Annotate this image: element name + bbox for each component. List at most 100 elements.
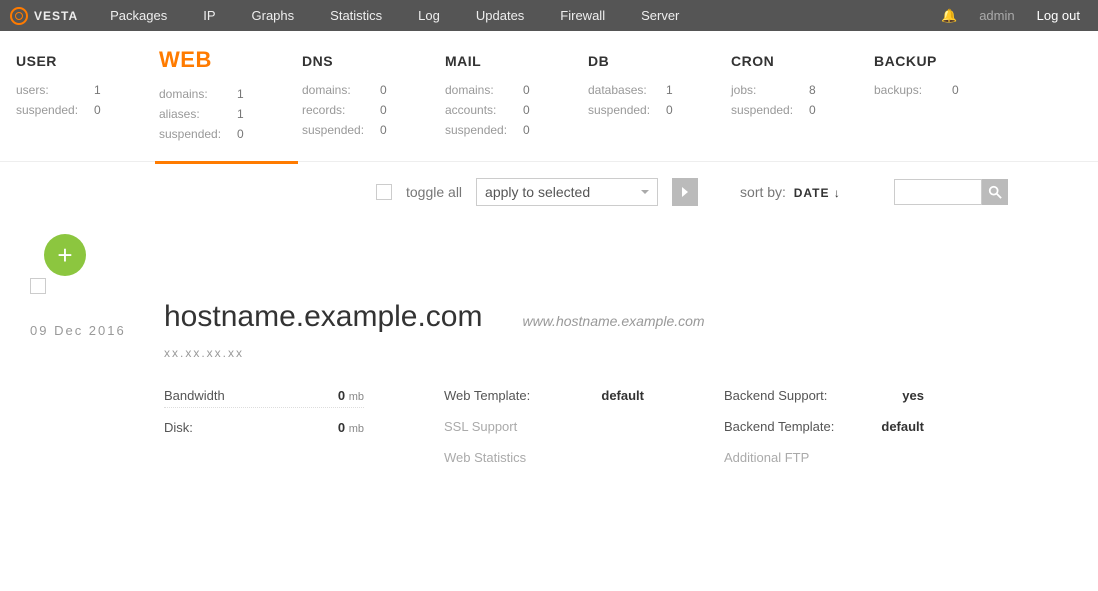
- disk-label: Disk:: [164, 420, 193, 435]
- backend-template-value: default: [881, 419, 924, 434]
- stat-cron[interactable]: CRONjobs:8suspended:0: [731, 53, 874, 147]
- stat-line: suspended:0: [588, 103, 731, 117]
- stat-key: users:: [16, 83, 94, 97]
- stat-line: suspended:0: [159, 127, 302, 141]
- add-domain-button[interactable]: +: [44, 234, 86, 276]
- stat-value: 0: [237, 127, 244, 141]
- domain-alias: www.hostname.example.com: [523, 313, 705, 329]
- logout-link[interactable]: Log out: [1037, 8, 1080, 23]
- search-icon: [988, 185, 1002, 199]
- sort-value: DATE ↓: [794, 186, 841, 200]
- stat-line: suspended:0: [731, 103, 874, 117]
- web-template-value: default: [601, 388, 644, 403]
- domain-card: 09 Dec 2016 hostname.example.com www.hos…: [30, 276, 1098, 469]
- nav-packages[interactable]: Packages: [92, 0, 185, 31]
- stat-dns[interactable]: DNSdomains:0records:0suspended:0: [302, 53, 445, 147]
- sort-label: sort by:: [740, 184, 786, 200]
- apply-button[interactable]: [672, 178, 698, 206]
- stat-line: domains:0: [302, 83, 445, 97]
- stat-key: backups:: [874, 83, 952, 97]
- stat-key: aliases:: [159, 107, 237, 121]
- stat-value: 0: [952, 83, 959, 97]
- stat-line: aliases:1: [159, 107, 302, 121]
- topbar: VESTA Packages IP Graphs Statistics Log …: [0, 0, 1098, 31]
- stat-title: USER: [16, 53, 159, 69]
- row-checkbox[interactable]: [30, 278, 46, 294]
- stat-line: users:1: [16, 83, 159, 97]
- stat-value: 0: [380, 83, 387, 97]
- stat-value: 0: [380, 103, 387, 117]
- stat-mail[interactable]: MAILdomains:0accounts:0suspended:0: [445, 53, 588, 147]
- stat-title: WEB: [159, 47, 302, 73]
- stat-key: suspended:: [302, 123, 380, 137]
- nav-updates[interactable]: Updates: [458, 0, 542, 31]
- stat-line: suspended:0: [16, 103, 159, 117]
- nav-graphs[interactable]: Graphs: [234, 0, 313, 31]
- disk-unit: mb: [349, 423, 364, 435]
- stat-line: backups:0: [874, 83, 1017, 97]
- brand-text: VESTA: [34, 9, 78, 23]
- sort-control[interactable]: sort by: DATE ↓: [740, 184, 841, 200]
- logo-swirl-icon: [10, 7, 28, 25]
- stat-user[interactable]: USER users:1 suspended:0: [16, 53, 159, 147]
- stat-line: suspended:0: [302, 123, 445, 137]
- stat-key: suspended:: [16, 103, 94, 117]
- ssl-support-row: SSL Support: [444, 419, 644, 438]
- stat-key: records:: [302, 103, 380, 117]
- stat-backup[interactable]: BACKUPbackups:0: [874, 53, 1017, 147]
- user-link[interactable]: admin: [979, 8, 1014, 23]
- nav-statistics[interactable]: Statistics: [312, 0, 400, 31]
- nav-log[interactable]: Log: [400, 0, 458, 31]
- disk-value: 0: [338, 420, 345, 435]
- stat-title: MAIL: [445, 53, 588, 69]
- nav-firewall[interactable]: Firewall: [542, 0, 623, 31]
- stat-value: 0: [523, 103, 530, 117]
- domain-ip: xx.xx.xx.xx: [164, 346, 1098, 360]
- disk-row: Disk: 0 mb: [164, 420, 364, 439]
- web-statistics-label: Web Statistics: [444, 450, 526, 465]
- stat-web[interactable]: WEBdomains:1aliases:1suspended:0: [159, 53, 302, 147]
- stat-value: 0: [523, 123, 530, 137]
- toggle-all-label[interactable]: toggle all: [406, 184, 462, 200]
- stat-key: domains:: [159, 87, 237, 101]
- chevron-right-icon: [680, 187, 690, 197]
- stat-key: suspended:: [445, 123, 523, 137]
- stat-value: 1: [237, 107, 244, 121]
- backend-template-row: Backend Template: default: [724, 419, 924, 438]
- web-statistics-row: Web Statistics: [444, 450, 644, 469]
- stat-title: DNS: [302, 53, 445, 69]
- domain-details: Bandwidth 0 mb Disk: 0 mb Web Template: …: [164, 388, 1098, 469]
- bell-icon[interactable]: 🔔: [941, 8, 957, 24]
- bandwidth-row: Bandwidth 0 mb: [164, 388, 364, 408]
- search-wrap: [894, 179, 1008, 205]
- domain-name[interactable]: hostname.example.com: [164, 300, 483, 334]
- stat-line: domains:0: [445, 83, 588, 97]
- bandwidth-label: Bandwidth: [164, 388, 225, 403]
- stat-key: accounts:: [445, 103, 523, 117]
- stat-key: domains:: [302, 83, 380, 97]
- stat-value: 0: [523, 83, 530, 97]
- bandwidth-value: 0: [338, 388, 345, 403]
- stat-key: suspended:: [588, 103, 666, 117]
- top-nav: Packages IP Graphs Statistics Log Update…: [92, 0, 697, 31]
- web-template-row: Web Template: default: [444, 388, 644, 407]
- logo[interactable]: VESTA: [0, 7, 92, 25]
- search-button[interactable]: [982, 179, 1008, 205]
- toggle-all-checkbox[interactable]: [376, 184, 392, 200]
- backend-support-label: Backend Support:: [724, 388, 827, 403]
- stat-value: 1: [666, 83, 673, 97]
- stat-db[interactable]: DBdatabases:1suspended:0: [588, 53, 731, 147]
- backend-support-row: Backend Support: yes: [724, 388, 924, 407]
- web-template-label: Web Template:: [444, 388, 530, 403]
- stat-key: suspended:: [159, 127, 237, 141]
- bulk-action-select[interactable]: apply to selected: [476, 178, 658, 206]
- nav-server[interactable]: Server: [623, 0, 697, 31]
- nav-ip[interactable]: IP: [185, 0, 233, 31]
- stat-key: databases:: [588, 83, 666, 97]
- stat-key: domains:: [445, 83, 523, 97]
- search-input[interactable]: [894, 179, 982, 205]
- stat-line: suspended:0: [445, 123, 588, 137]
- additional-ftp-row: Additional FTP: [724, 450, 924, 469]
- stat-key: suspended:: [731, 103, 809, 117]
- stat-line: jobs:8: [731, 83, 874, 97]
